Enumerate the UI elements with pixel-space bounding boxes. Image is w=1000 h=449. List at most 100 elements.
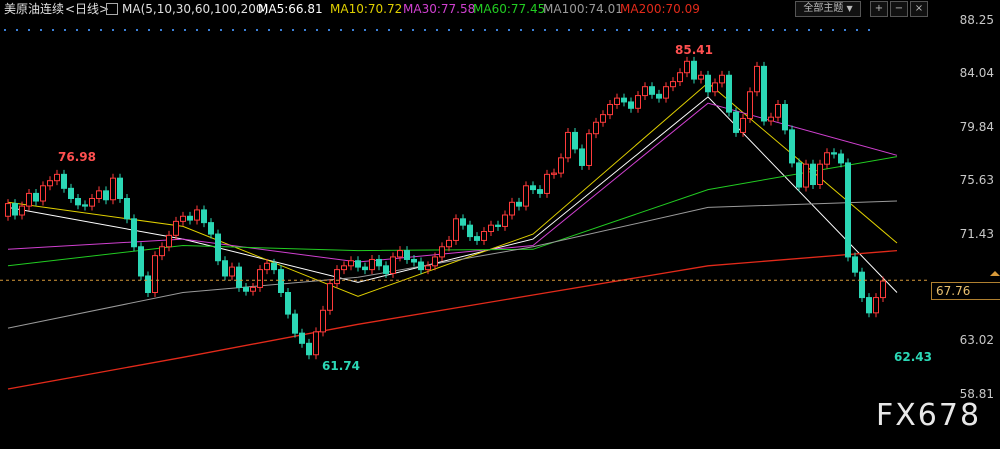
candle	[649, 82, 655, 99]
candle-body	[243, 286, 249, 292]
candle-body	[572, 131, 578, 150]
candle-body	[152, 255, 158, 293]
candle-body	[376, 258, 382, 267]
candle	[54, 169, 60, 186]
candle	[327, 279, 333, 315]
candle	[523, 181, 529, 211]
candle-body	[215, 233, 221, 262]
candle	[831, 148, 837, 159]
close-icon: ×	[914, 3, 924, 14]
minus-icon: −	[894, 3, 904, 14]
candle-body	[187, 215, 193, 221]
grid-dot	[856, 29, 858, 31]
candle-body	[698, 74, 704, 80]
candle	[558, 153, 564, 178]
grid-dot	[268, 29, 270, 31]
candle-body	[453, 218, 459, 241]
grid-dot	[124, 29, 126, 31]
grid-dot	[388, 29, 390, 31]
watermark-logo: FX678	[876, 398, 982, 433]
plus-icon: +	[874, 3, 884, 14]
candle-body	[544, 173, 550, 194]
candle-body	[838, 153, 844, 164]
settings-icon[interactable]	[106, 3, 118, 15]
grid-dot	[616, 29, 618, 31]
left-high-label: 76.98	[58, 150, 96, 164]
candle	[187, 211, 193, 225]
candle-body	[103, 190, 109, 201]
add-button[interactable]: +	[870, 1, 888, 17]
candle-body	[117, 177, 123, 199]
grid-dot	[328, 29, 330, 31]
candle	[845, 158, 851, 262]
grid-dot	[64, 29, 66, 31]
candle-body	[110, 177, 116, 201]
candle-body	[250, 286, 256, 292]
grid-dot	[736, 29, 738, 31]
candle-body	[852, 256, 858, 273]
grid-dot	[832, 29, 834, 31]
legend-bar: 美原油连续 <日线> MA(5,10,30,60,100,200) MA5:66…	[0, 0, 1000, 18]
grid-dot	[760, 29, 762, 31]
grid-dot	[664, 29, 666, 31]
candle	[614, 93, 620, 109]
candle	[68, 183, 74, 203]
candle	[348, 256, 354, 271]
candle	[761, 61, 767, 126]
candle	[418, 257, 424, 275]
period-label[interactable]: <日线>	[65, 2, 109, 16]
candle	[446, 235, 452, 252]
candle	[362, 262, 368, 275]
candle	[236, 262, 242, 292]
candle-body	[404, 250, 410, 260]
moving-average-lines	[7, 82, 898, 390]
grid-dot	[772, 29, 774, 31]
grid-dot	[688, 29, 690, 31]
grid-dot	[292, 29, 294, 31]
candle-body	[208, 222, 214, 235]
grid-dot	[604, 29, 606, 31]
candle	[40, 181, 46, 206]
candle	[257, 265, 263, 292]
candle-body	[551, 172, 557, 175]
candle	[544, 169, 550, 198]
close-button[interactable]: ×	[910, 1, 928, 17]
candle-body	[558, 157, 564, 174]
candle-body	[257, 269, 263, 288]
grid-dot	[172, 29, 174, 31]
grid-dot	[112, 29, 114, 31]
candle-body	[726, 74, 732, 113]
candle	[33, 188, 39, 206]
candle-body	[180, 215, 186, 222]
candle-body	[40, 185, 46, 202]
grid-dot	[232, 29, 234, 31]
candle-body	[663, 86, 669, 99]
candle	[166, 230, 172, 252]
candle-body	[803, 163, 809, 188]
candle-body	[145, 275, 151, 293]
candle-body	[481, 231, 487, 241]
candle-body	[719, 74, 725, 84]
grid-dot	[676, 29, 678, 31]
candle	[131, 214, 137, 252]
theme-select-label: 全部主题	[803, 3, 844, 14]
grid-dot	[592, 29, 594, 31]
grid-dot	[40, 29, 42, 31]
grid-dot	[364, 29, 366, 31]
candle-body	[285, 291, 291, 315]
recent-low-label: 62.43	[894, 350, 932, 364]
minimize-button[interactable]: −	[890, 1, 908, 17]
grid-dot	[352, 29, 354, 31]
candle-body	[740, 117, 746, 133]
candle	[376, 255, 382, 271]
grid-dot	[652, 29, 654, 31]
candle	[768, 112, 774, 126]
candle	[509, 197, 515, 220]
candle-body	[61, 173, 67, 189]
candle-body	[523, 185, 529, 207]
candle-body	[390, 256, 396, 274]
candle	[607, 100, 613, 120]
candle	[369, 255, 375, 275]
theme-select[interactable]: 全部主题 ▼	[795, 1, 861, 17]
candle-body	[369, 258, 375, 271]
